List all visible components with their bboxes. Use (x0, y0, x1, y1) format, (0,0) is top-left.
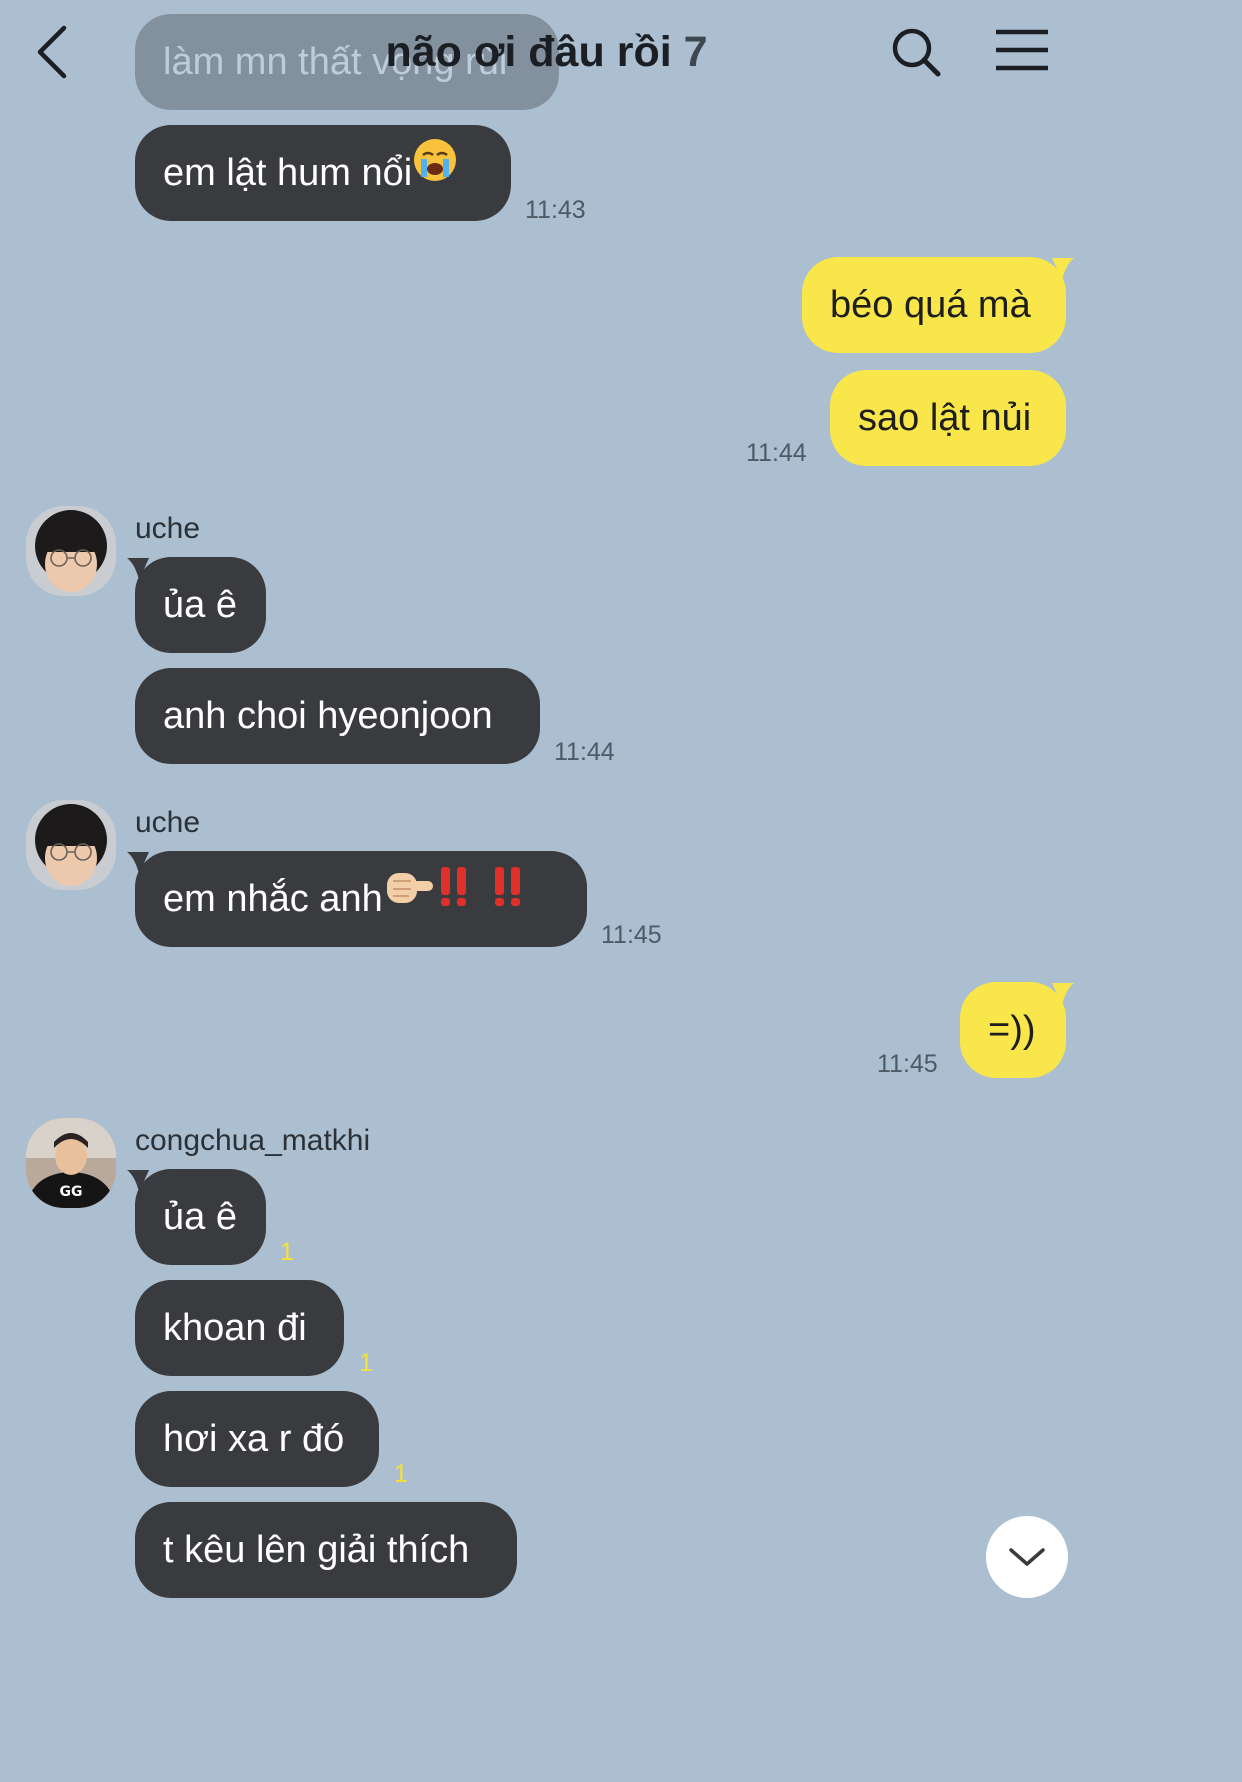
message-text: khoan đi (163, 1307, 307, 1349)
message-text: em lật hum nổi (163, 152, 413, 194)
timestamp: 11:45 (601, 921, 662, 949)
unread-count: 1 (394, 1460, 408, 1488)
bubble-tail (1052, 983, 1074, 1005)
message-text: anh choi hyeonjoon (163, 695, 493, 737)
timestamp: 11:43 (525, 196, 586, 224)
message-text: sao lật nủi (858, 397, 1032, 439)
sender-name: uche (135, 512, 201, 545)
message-bubble[interactable]: khoan đi (135, 1280, 344, 1376)
message-bubble[interactable]: ủa ê (135, 1169, 266, 1265)
unread-count: 1 (359, 1349, 373, 1377)
pointing-finger-emoji (383, 851, 435, 945)
message-bubble[interactable]: hơi xa r đó (135, 1391, 379, 1487)
message-bubble[interactable]: anh choi hyeonjoon (135, 668, 540, 764)
message-text: ủa ê (163, 584, 237, 626)
sender-name: congchua_matkhi (135, 1124, 371, 1157)
hamburger-menu-icon (996, 29, 1048, 71)
crying-face-emoji (412, 125, 458, 219)
menu-button[interactable] (992, 26, 1052, 74)
chevron-down-icon (1009, 1548, 1045, 1566)
avatar[interactable] (26, 800, 116, 890)
double-exclamation-emoji (435, 851, 535, 945)
bubble-tail (1052, 258, 1074, 280)
avatar-photo (26, 506, 116, 596)
header: não ơi đâu rồi 7 (0, 0, 1093, 110)
message-bubble[interactable]: ủa ê (135, 557, 266, 653)
unread-count: 1 (280, 1238, 294, 1266)
message-text: béo quá mà (830, 284, 1031, 326)
timestamp: 11:45 (877, 1050, 938, 1078)
message-text: em nhắc anh (163, 878, 383, 920)
message-text: hơi xa r đó (163, 1418, 345, 1460)
timestamp: 11:44 (554, 738, 615, 766)
scroll-down-button[interactable] (986, 1516, 1068, 1598)
avatar[interactable] (26, 506, 116, 596)
avatar-photo (26, 800, 116, 890)
search-icon (892, 28, 941, 77)
message-text: =)) (988, 1009, 1036, 1051)
avatar[interactable]: GG (26, 1118, 116, 1208)
message-bubble[interactable]: béo quá mà (802, 257, 1066, 353)
message-bubble[interactable]: t kêu lên giải thích (135, 1502, 517, 1598)
message-bubble[interactable]: sao lật nủi (830, 370, 1066, 466)
avatar-photo: GG (26, 1118, 116, 1208)
search-button[interactable] (888, 24, 944, 80)
message-bubble[interactable]: =)) (960, 982, 1066, 1078)
svg-text:GG: GG (60, 1184, 83, 1200)
member-count: 7 (683, 28, 708, 76)
message-text: t kêu lên giải thích (163, 1529, 470, 1571)
message-text: ủa ê (163, 1196, 237, 1238)
message-bubble[interactable]: em lật hum nổi (135, 125, 511, 221)
chat-title-text: não ơi đâu rồi (385, 28, 672, 76)
message-bubble[interactable]: em nhắc anh (135, 851, 587, 947)
timestamp: 11:44 (746, 439, 807, 467)
sender-name: uche (135, 806, 201, 839)
